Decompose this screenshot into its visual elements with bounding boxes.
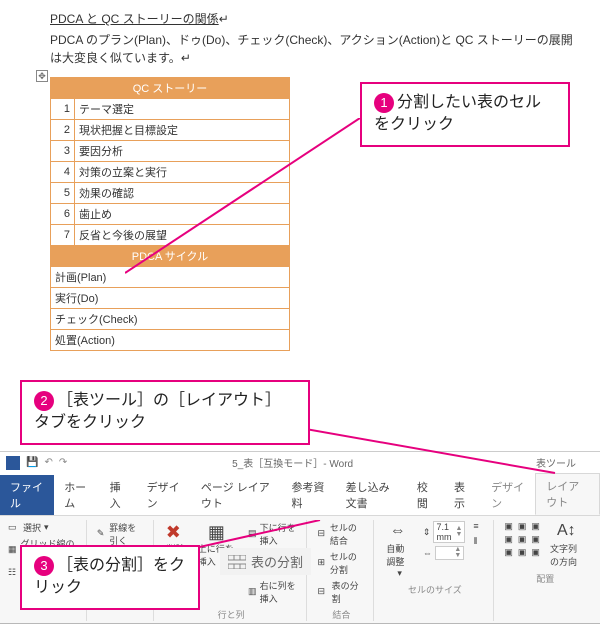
callout-badge-3: 3 [34, 556, 54, 576]
group-cell-size: ⇔ 自動調整▾ ⇕ 7.1 mm▲▼ ⇔ ▲▼ ≡ ⦀ セルのサイズ [382, 520, 494, 621]
tab-table-design[interactable]: デザイン [481, 475, 535, 515]
context-tab-title: 表ツール [518, 454, 594, 471]
qc-header[interactable]: QC ストーリー [51, 78, 290, 99]
tab-mailings[interactable]: 差し込み文書 [336, 475, 407, 515]
split-cells-icon: ⊞ [317, 557, 326, 569]
window-title: 5_表［互換モード］- Word [73, 455, 512, 470]
insert-below-icon: ▤ [248, 528, 257, 540]
doc-title: PDCA と QC ストーリーの関係↵ [50, 10, 580, 27]
align-tl[interactable]: ▣ [502, 520, 515, 533]
qc-table[interactable]: QC ストーリー 1テーマ選定 2現状把握と目標設定 3要因分析 4対策の立案と… [50, 77, 290, 351]
align-bc[interactable]: ▣ [516, 546, 529, 559]
autofit-icon: ⇔ [390, 522, 410, 542]
btn-select[interactable]: ▭選択 ▾ [6, 520, 80, 535]
width-field[interactable]: ⇔ ▲▼ [421, 545, 467, 561]
align-mr[interactable]: ▣ [529, 533, 542, 546]
btn-text-direction[interactable]: A↕ 文字列の方向 [546, 520, 588, 570]
align-tc[interactable]: ▣ [516, 520, 529, 533]
btn-distribute-cols[interactable]: ⦀ [471, 535, 487, 549]
table-move-handle[interactable]: ✥ [36, 70, 48, 82]
btn-split-table[interactable]: ⊟表の分割 [315, 578, 367, 606]
qat-save-icon[interactable]: 💾 [26, 457, 38, 468]
group-alignment: ▣▣▣ ▣▣▣ ▣▣▣ A↕ 文字列の方向 配置 [502, 520, 594, 621]
callout-text-2: ［表ツール］の［レイアウト］タブをクリック [34, 392, 281, 431]
select-icon: ▭ [8, 522, 20, 534]
pencil-icon: ✎ [97, 528, 106, 540]
tab-file[interactable]: ファイル [0, 475, 54, 515]
group-label-merge: 結合 [315, 608, 367, 621]
ribbon-tabs: ファイル ホーム 挿入 デザイン ページ レイアウト 参考資料 差し込み文書 校… [0, 473, 600, 516]
align-mc[interactable]: ▣ [516, 533, 529, 546]
group-label-size: セルのサイズ [382, 583, 487, 596]
delete-icon: ✖ [166, 522, 186, 542]
distribute-cols-icon: ⦀ [473, 536, 485, 548]
callout-badge-1: 1 [374, 93, 394, 113]
height-field[interactable]: ⇕ 7.1 mm▲▼ [421, 520, 467, 544]
pdca-header[interactable]: PDCA サイクル [51, 246, 290, 267]
width-icon: ⇔ [423, 548, 432, 558]
btn-merge-cells[interactable]: ⊟セルの結合 [315, 520, 367, 548]
grid-icon: ▦ [8, 544, 18, 556]
callout-3: 3［表の分割］をクリック [20, 545, 200, 610]
tab-view[interactable]: 表示 [444, 475, 481, 515]
group-label-align: 配置 [502, 572, 588, 585]
callout-text-1: 分割したい表のセルをクリック [374, 94, 541, 133]
tab-insert[interactable]: 挿入 [100, 475, 137, 515]
btn-insert-below[interactable]: ▤下に行を挿入 [246, 520, 300, 548]
align-br[interactable]: ▣ [529, 546, 542, 559]
tab-review[interactable]: 校閲 [407, 475, 444, 515]
insert-above-icon: ▦ [208, 522, 228, 542]
group-label-rowscols: 行と列 [162, 608, 301, 621]
merge-icon: ⊟ [317, 528, 326, 540]
callout-badge-2: 2 [34, 391, 54, 411]
word-app-icon [6, 456, 20, 470]
distribute-rows-icon: ≡ [473, 521, 485, 533]
btn-autofit[interactable]: ⇔ 自動調整▾ [382, 520, 417, 581]
btn-insert-right[interactable]: ▥右に列を挿入 [246, 578, 300, 606]
properties-icon: ☷ [8, 567, 20, 579]
callout-2: 2［表ツール］の［レイアウト］タブをクリック [20, 380, 310, 445]
qat-undo-icon[interactable]: ↶ [44, 457, 52, 468]
align-tr[interactable]: ▣ [529, 520, 542, 533]
align-bl[interactable]: ▣ [502, 546, 515, 559]
split-table-icon: ⊟ [317, 586, 328, 598]
btn-split-cells[interactable]: ⊞セルの分割 [315, 549, 367, 577]
tab-table-layout[interactable]: レイアウト [535, 473, 600, 515]
tab-design[interactable]: デザイン [137, 475, 191, 515]
text-direction-icon: A↕ [557, 522, 577, 542]
split-table-preview: 表の分割 [220, 548, 311, 575]
btn-draw-border[interactable]: ✎罫線を引く [95, 520, 147, 548]
insert-right-icon: ▥ [248, 586, 257, 598]
split-table-label: 表の分割 [251, 552, 303, 571]
title-bar: 💾 ↶ ↷ 5_表［互換モード］- Word 表ツール [0, 452, 600, 473]
callout-text-3: ［表の分割］をクリック [34, 557, 185, 596]
height-icon: ⇕ [423, 527, 431, 538]
callout-1: 1分割したい表のセルをクリック [360, 82, 570, 147]
split-table-icon [228, 555, 246, 569]
tab-page-layout[interactable]: ページ レイアウト [191, 475, 282, 515]
qat-redo-icon[interactable]: ↷ [59, 457, 67, 468]
btn-distribute-rows[interactable]: ≡ [471, 520, 487, 534]
tab-references[interactable]: 参考資料 [281, 475, 335, 515]
doc-paragraph: PDCA のプラン(Plan)、ドゥ(Do)、チェック(Check)、アクション… [50, 31, 580, 67]
tab-home[interactable]: ホーム [54, 475, 99, 515]
align-ml[interactable]: ▣ [502, 533, 515, 546]
group-merge: ⊟セルの結合 ⊞セルの分割 ⊟表の分割 結合 [315, 520, 374, 621]
